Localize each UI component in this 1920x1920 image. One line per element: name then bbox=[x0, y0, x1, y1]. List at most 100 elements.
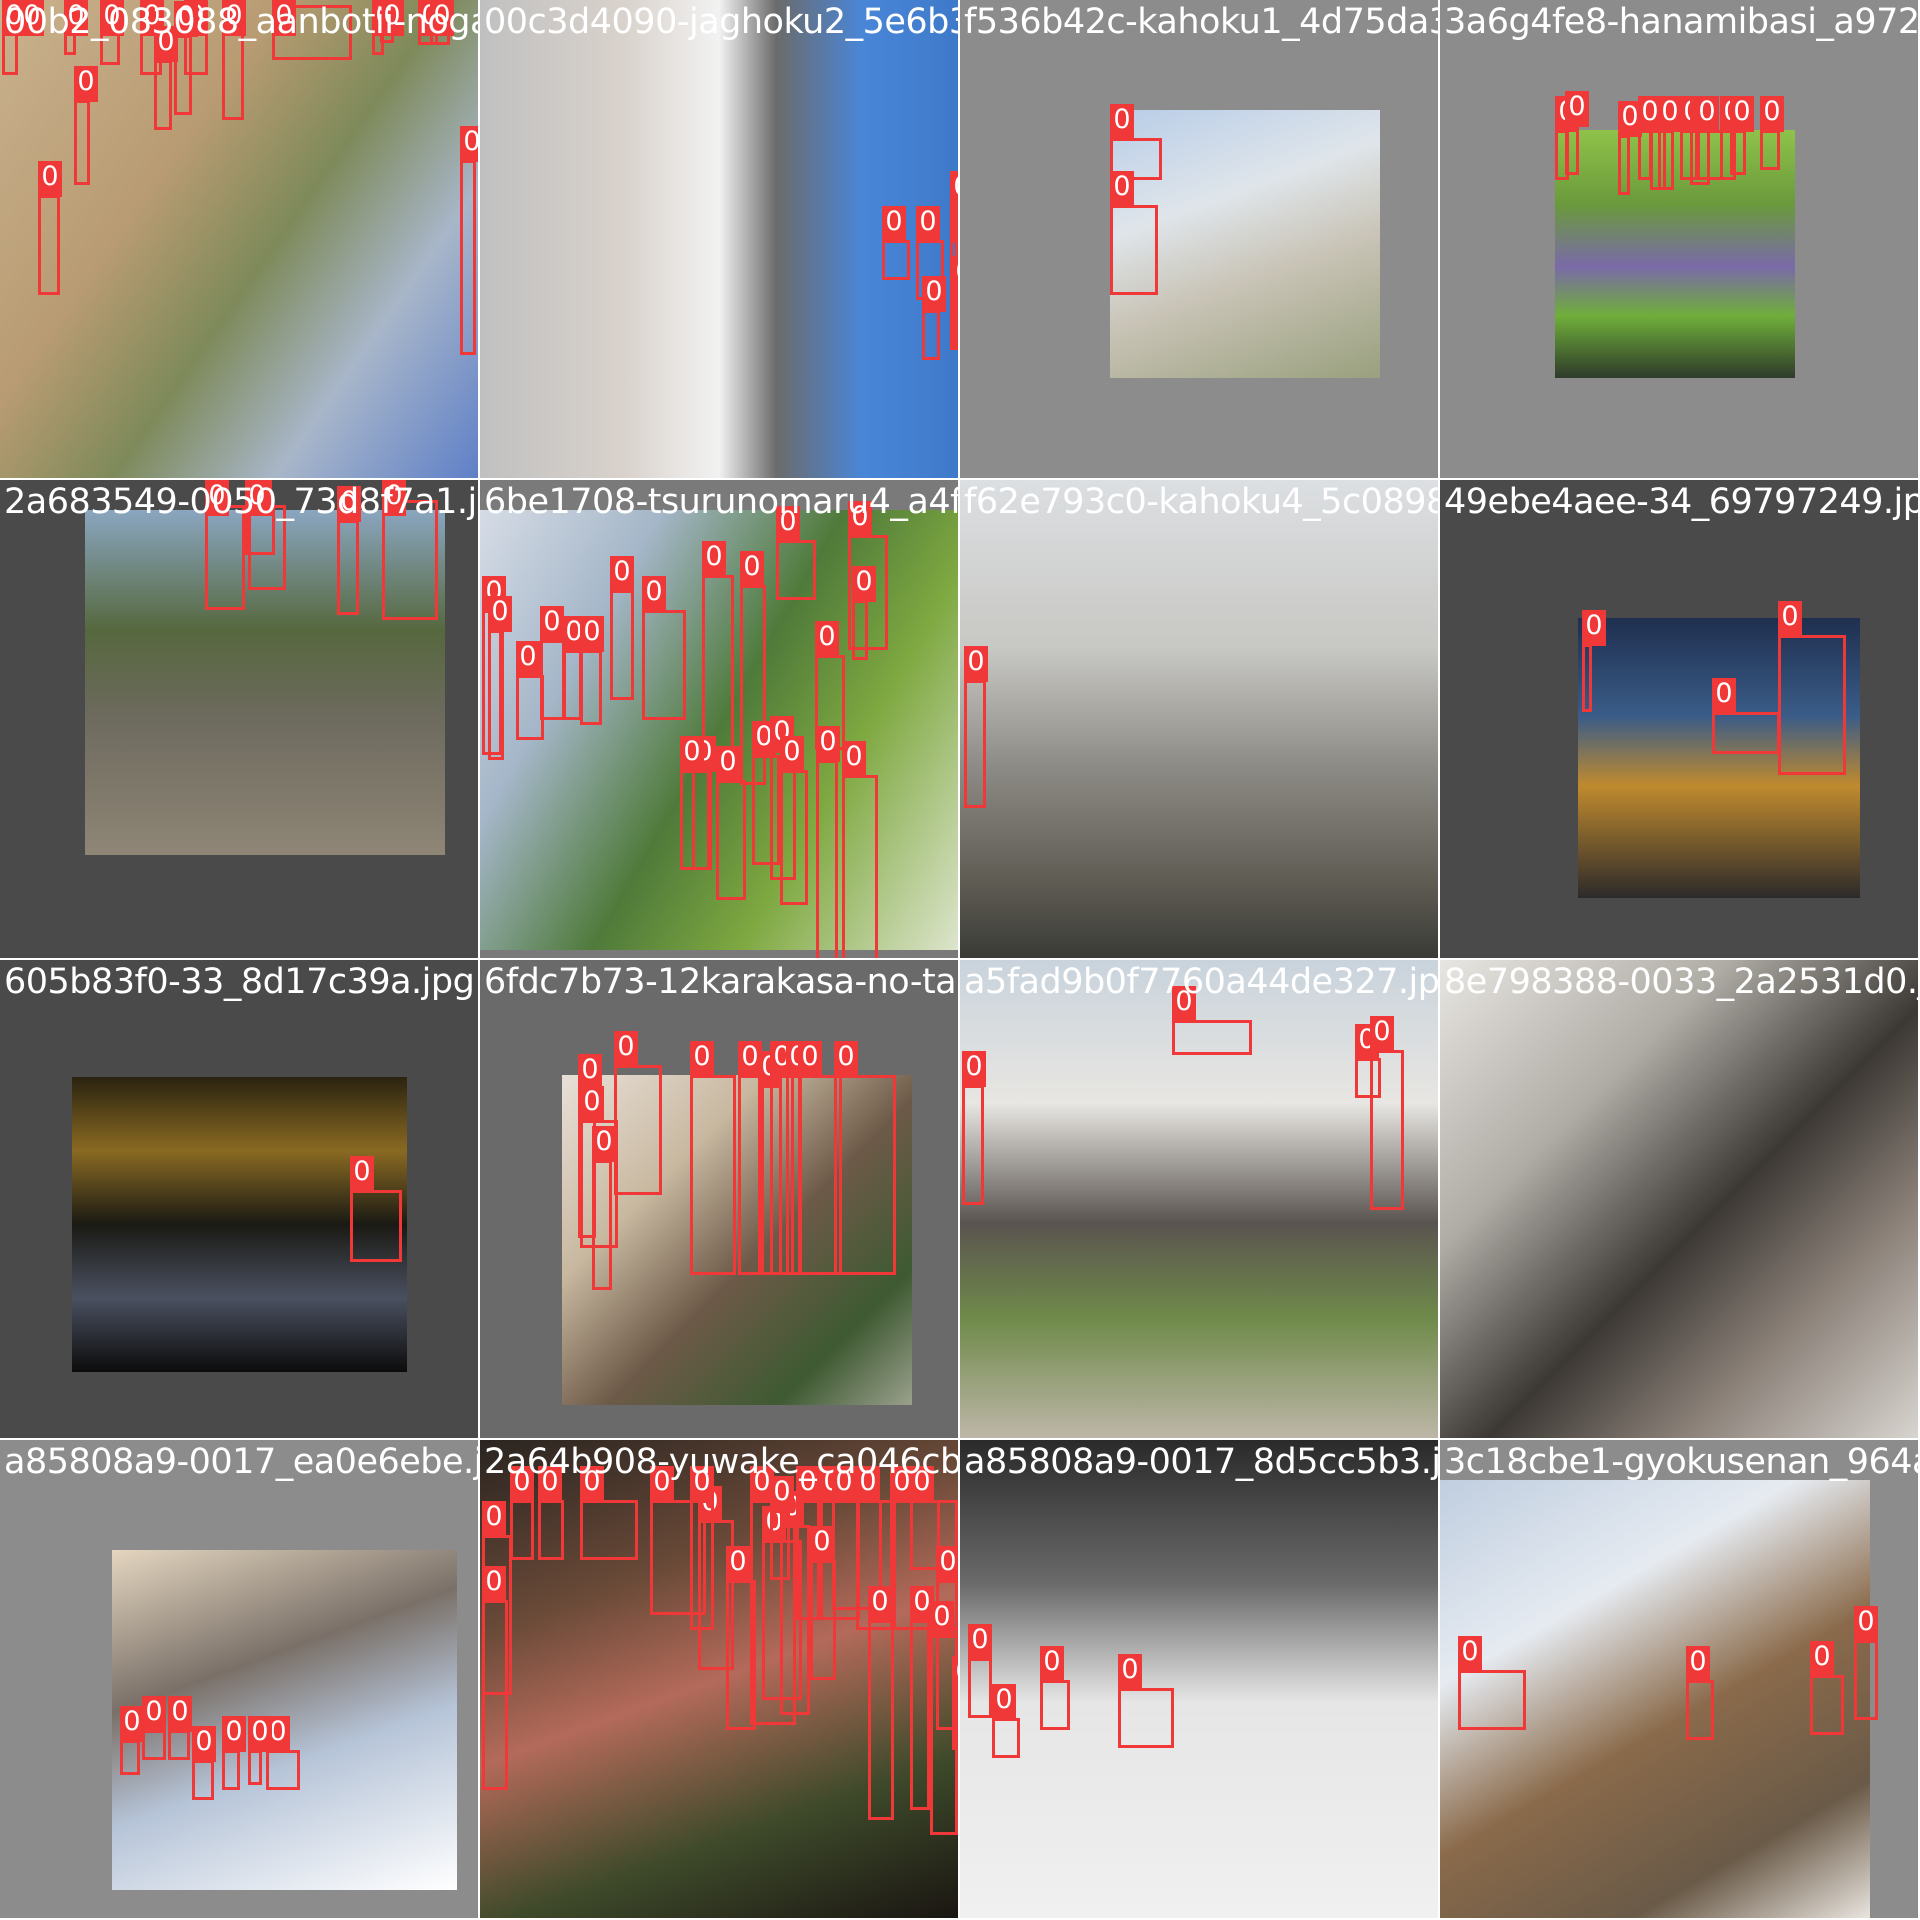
detection-class-tag: 0 bbox=[1370, 1016, 1394, 1052]
detection-class-tag: 0 bbox=[482, 1501, 506, 1537]
detection-class-tag: 0 bbox=[952, 1656, 958, 1692]
detection-class-tag: 0 bbox=[702, 541, 726, 577]
detection-class-tag: 0 bbox=[680, 736, 704, 772]
detection-box bbox=[910, 1500, 940, 1570]
detection-box bbox=[992, 1718, 1020, 1758]
detection-box bbox=[1638, 130, 1652, 180]
detection-class-tag: 0 bbox=[964, 646, 988, 682]
detection-box bbox=[816, 760, 838, 958]
detection-box bbox=[222, 1750, 240, 1790]
detection-class-tag: 0 bbox=[716, 746, 740, 782]
detection-box bbox=[610, 590, 634, 700]
detection-class-tag: 0 bbox=[580, 616, 604, 652]
mosaic-tile: 0 0 0 0 0 0 0 0 0 0 0 0 0 0 0 0 0 0 0 0 0 0 6be1708-tsurunomar… bbox=[480, 480, 958, 958]
tile-photo bbox=[1555, 130, 1795, 378]
mosaic-tile: 00000000c3d4090-jaghoku2_5e6b3ed1a.jpg bbox=[480, 0, 958, 478]
detection-class-tag: 0 bbox=[1810, 1641, 1834, 1677]
detection-class-tag: 0 bbox=[780, 736, 804, 772]
detection-box bbox=[580, 650, 602, 725]
tile-filename-label: 3a6g4fe8-hanamibasi_a972 bbox=[1444, 2, 1918, 42]
detection-box bbox=[882, 240, 910, 280]
detection-box bbox=[120, 1740, 140, 1775]
mosaic-tile: 0000000000000000000b2_083088_aanbotii-no… bbox=[0, 0, 478, 478]
detection-class-tag: 0 bbox=[1458, 1636, 1482, 1672]
detection-box bbox=[266, 1750, 300, 1790]
tile-photo bbox=[960, 1440, 1438, 1918]
detection-class-tag: 0 bbox=[930, 1601, 954, 1637]
detection-box bbox=[1582, 644, 1592, 712]
detection-class-tag: 0 bbox=[815, 621, 839, 657]
mosaic-tile: 0 0 0 49ebe4aee-34_69797249.jpg bbox=[1440, 480, 1918, 958]
mosaic-tile: 000000000006fdc7b73-12karakasa-no-takaba… bbox=[480, 960, 958, 1438]
detection-box bbox=[488, 630, 504, 760]
detection-box bbox=[950, 205, 958, 235]
tile-filename-label: 3c18cbe1-gyokusenan_964a bbox=[1444, 1442, 1918, 1482]
tile-filename-label: 605b83f0-33_8d17c39a.jpg bbox=[4, 962, 475, 1002]
detection-box bbox=[680, 770, 710, 870]
detection-box bbox=[776, 540, 816, 600]
detection-class-tag: 0 bbox=[482, 1566, 506, 1602]
detection-box bbox=[1110, 205, 1158, 295]
detection-box bbox=[922, 310, 940, 360]
mosaic-tile: 0 0 0 0 0 0 0 a85808a9-0017_ea0e6ebe.jpg bbox=[0, 1440, 478, 1918]
detection-class-tag: 0 bbox=[922, 276, 946, 312]
tile-filename-label: a85808a9-0017_ea0e6ebe.jpg bbox=[4, 1442, 478, 1482]
detection-box bbox=[1172, 1020, 1252, 1055]
detection-class-tag: 0 bbox=[726, 1546, 750, 1582]
detection-box bbox=[1778, 635, 1846, 775]
detection-class-tag: 0 bbox=[1582, 610, 1606, 646]
detection-class-tag: 0 bbox=[248, 1716, 272, 1752]
tile-filename-label: 2a64b908-yuwake_ca046cbe.jpg bbox=[484, 1442, 958, 1482]
mosaic-tile: 0 605b83f0-33_8d17c39a.jpg bbox=[0, 960, 478, 1438]
detection-class-tag: 0 bbox=[842, 741, 866, 777]
detection-box bbox=[1854, 1640, 1878, 1720]
detection-box bbox=[1695, 130, 1723, 180]
detection-box bbox=[510, 1500, 534, 1560]
detection-class-tag: 0 bbox=[1638, 96, 1662, 132]
detection-class-tag: 0 bbox=[516, 641, 540, 677]
detection-class-tag: 0 bbox=[142, 1696, 166, 1732]
detection-class-tag: 0 bbox=[488, 596, 512, 632]
detection-box bbox=[74, 100, 90, 185]
detection-box bbox=[910, 1620, 930, 1810]
detection-box bbox=[726, 1580, 756, 1730]
detection-box bbox=[1118, 1688, 1174, 1748]
detection-box bbox=[248, 1750, 262, 1785]
detection-class-tag: 0 bbox=[222, 1716, 246, 1752]
detection-box bbox=[842, 775, 878, 958]
mosaic-tile: 0 0 0 0 a85808a9-0017_8d5cc5b3.jpg bbox=[960, 1440, 1438, 1918]
detection-box bbox=[580, 1500, 638, 1560]
detection-box bbox=[614, 1065, 662, 1195]
detection-class-tag: 0 bbox=[992, 1684, 1016, 1720]
detection-class-tag: 0 bbox=[1730, 96, 1754, 132]
detection-class-tag: 0 bbox=[74, 66, 98, 102]
tile-filename-label: f536b42c-kahoku1_4d75da30.jpg bbox=[964, 2, 1438, 42]
detection-box bbox=[142, 1730, 166, 1760]
detection-box bbox=[1565, 125, 1579, 175]
detection-box bbox=[962, 1085, 984, 1205]
detection-class-tag: 0 bbox=[968, 1624, 992, 1660]
detection-box bbox=[1810, 1675, 1844, 1735]
detection-box bbox=[337, 520, 359, 615]
tile-filename-label: a85808a9-0017_8d5cc5b3.jpg bbox=[964, 1442, 1438, 1482]
detection-class-tag: 0 bbox=[1695, 96, 1719, 132]
detection-box bbox=[538, 1500, 564, 1560]
detection-box bbox=[38, 195, 60, 295]
detection-box bbox=[174, 35, 192, 115]
detection-box bbox=[716, 780, 746, 900]
tile-photo bbox=[960, 480, 1438, 958]
detection-box bbox=[192, 1760, 214, 1800]
detection-class-tag: 0 bbox=[1854, 1606, 1878, 1642]
detection-class-tag: 0 bbox=[168, 1696, 192, 1732]
detection-class-tag: 0 bbox=[540, 606, 564, 642]
detection-class-tag: 0 bbox=[1565, 91, 1589, 127]
tile-filename-label: 6be1708-tsurunomaru4_a4f65793.jpg bbox=[484, 482, 958, 522]
detection-box bbox=[1730, 130, 1746, 175]
detection-box bbox=[964, 680, 986, 808]
detection-class-tag: 0 bbox=[810, 1526, 834, 1562]
detection-box bbox=[690, 1500, 714, 1630]
detection-class-tag: 0 bbox=[578, 1054, 602, 1090]
detection-box bbox=[834, 1075, 896, 1275]
detection-box bbox=[1658, 130, 1674, 190]
mosaic-tile: 0 0 f536b42c-kahoku1_4d75da30.jpg bbox=[960, 0, 1438, 478]
